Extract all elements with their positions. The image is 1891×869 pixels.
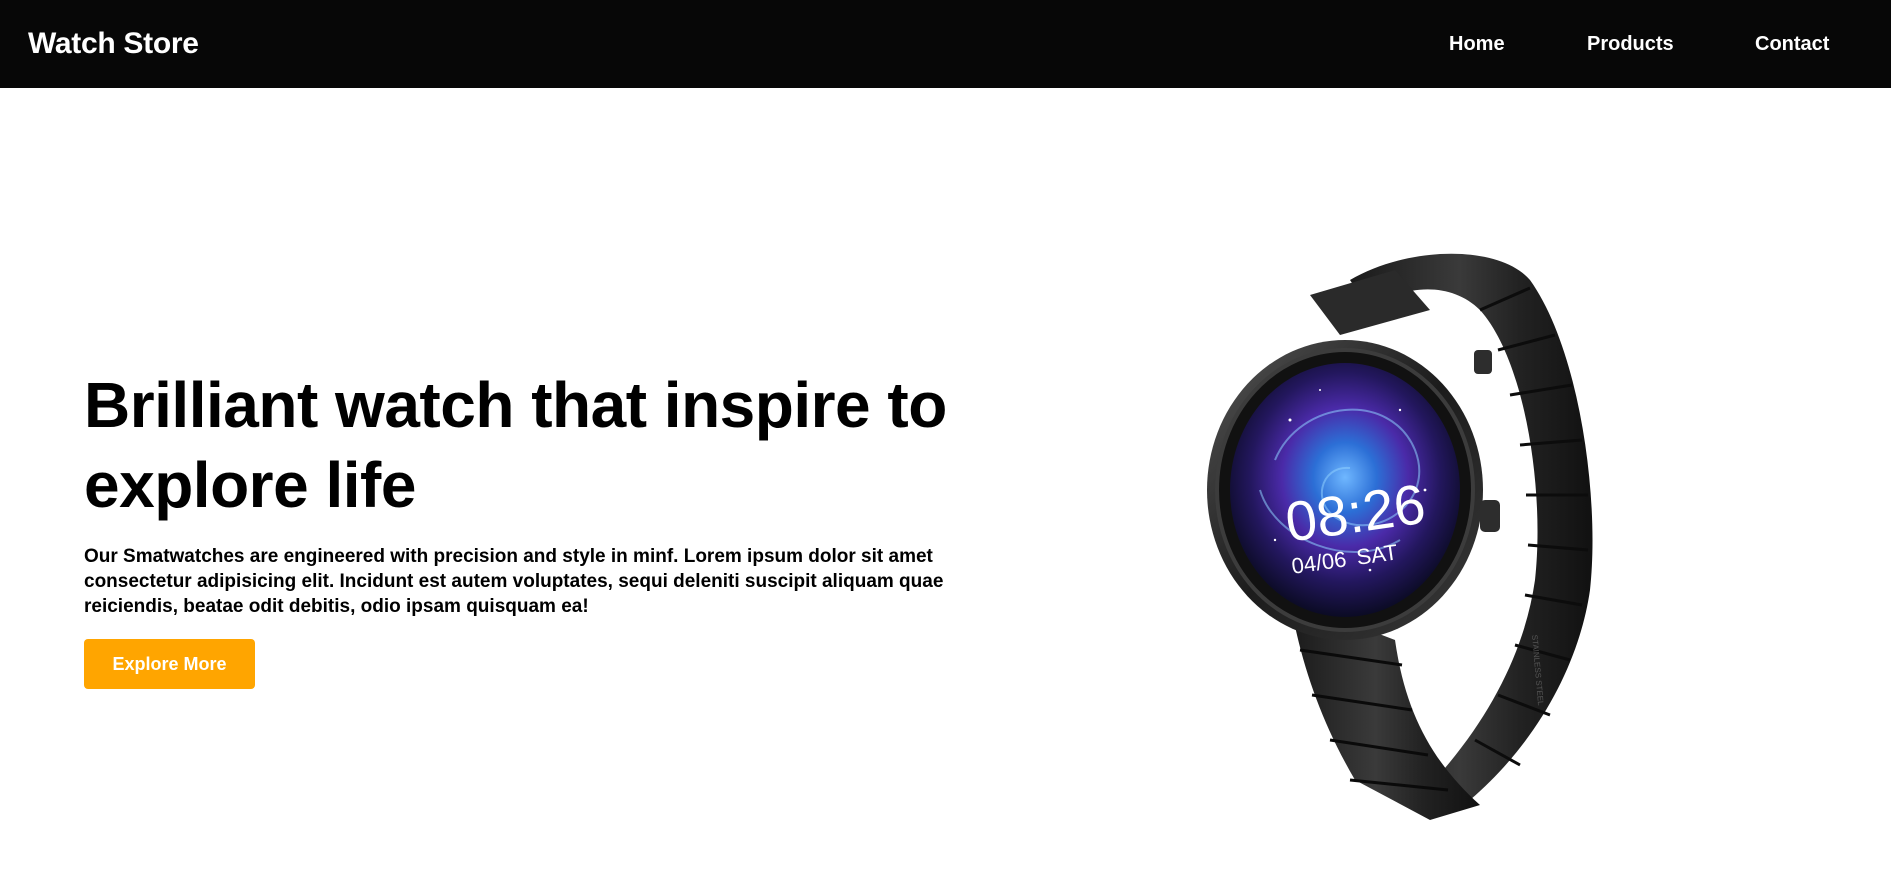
hero-title: Brilliant watch that inspire to explore … xyxy=(84,369,947,521)
nav-home-link[interactable]: Home xyxy=(1449,30,1505,58)
explore-more-button[interactable]: Explore More xyxy=(84,639,255,689)
crown-bottom-icon xyxy=(1480,500,1500,532)
crown-top-icon xyxy=(1474,350,1492,374)
watch-product-image: 08:26 04/06 SAT STAINLESS STEEL xyxy=(1180,240,1660,820)
navbar: Watch Store Home Products Contact xyxy=(0,0,1891,88)
nav-contact-link[interactable]: Contact xyxy=(1755,30,1829,58)
nav-products-link[interactable]: Products xyxy=(1587,30,1674,58)
hero-description: Our Smatwatches are engineered with prec… xyxy=(84,546,944,617)
brand-logo[interactable]: Watch Store xyxy=(28,23,199,65)
smartwatch-illustration: 08:26 04/06 SAT STAINLESS STEEL xyxy=(1207,253,1593,820)
